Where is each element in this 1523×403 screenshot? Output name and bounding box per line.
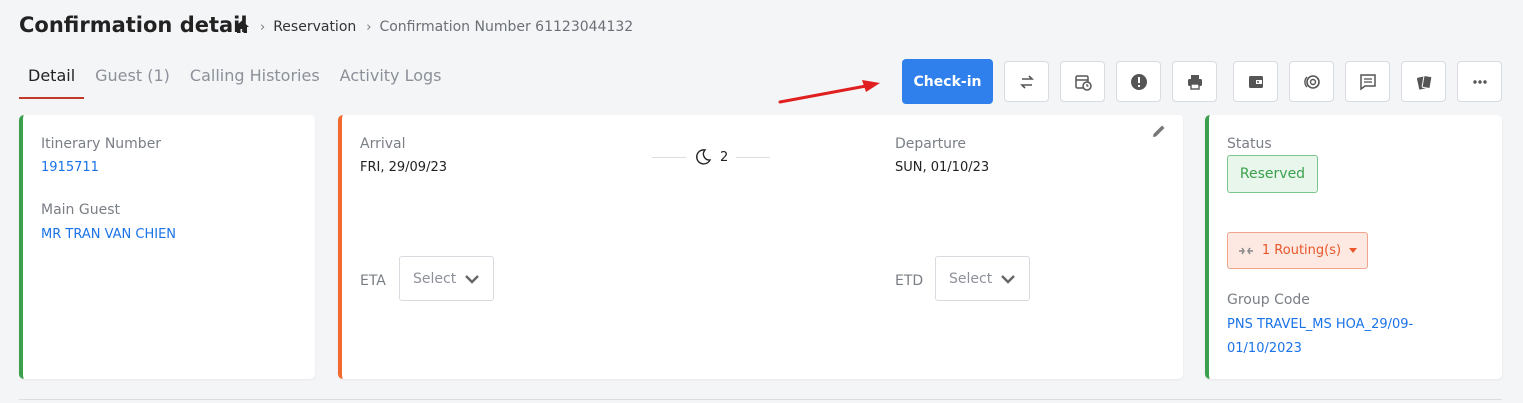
wallet-button[interactable] (1233, 61, 1278, 102)
eta-label: ETA (360, 273, 386, 289)
etd-label: ETD (895, 273, 924, 289)
etd-select-value: Select (949, 270, 993, 287)
status-badge: Reserved (1227, 155, 1318, 193)
chevron-down-icon (1001, 274, 1016, 284)
alert-button[interactable] (1116, 61, 1161, 102)
more-button[interactable] (1457, 61, 1502, 102)
check-in-button[interactable]: Check-in (902, 59, 993, 104)
group-code-link[interactable]: PNS TRAVEL_MS HOA_29/09-01/10/2023 (1227, 313, 1447, 361)
cards-button[interactable] (1401, 61, 1446, 102)
print-icon (1187, 74, 1202, 90)
eta-select-value: Select (413, 270, 457, 287)
deposit-icon (1303, 74, 1320, 89)
comment-icon (1359, 73, 1376, 90)
arrival-date: FRI, 29/09/23 (360, 160, 447, 175)
schedule-button[interactable] (1060, 61, 1105, 102)
tab-detail[interactable]: Detail (19, 66, 85, 99)
chevron-down-icon (465, 274, 480, 284)
tab-bar: Detail Guest (1) Calling Histories Activ… (19, 66, 453, 99)
tab-calling-histories[interactable]: Calling Histories (181, 66, 329, 99)
cards-icon (1416, 74, 1432, 90)
breadcrumb: › Reservation › Confirmation Number 6112… (234, 19, 633, 35)
main-guest-link[interactable]: MR TRAN VAN CHIEN (41, 227, 176, 242)
edit-icon[interactable] (1151, 123, 1167, 139)
section-divider (19, 399, 1502, 400)
eta-select[interactable]: Select (399, 256, 494, 301)
chevron-right-icon: › (366, 19, 372, 35)
annotation-arrow (778, 80, 880, 104)
routing-icon (1238, 247, 1253, 254)
tab-activity-logs[interactable]: Activity Logs (331, 66, 451, 99)
group-code-label: Group Code (1227, 292, 1310, 308)
breadcrumb-reservation[interactable]: Reservation (273, 19, 356, 35)
tab-guest[interactable]: Guest (1) (86, 66, 179, 99)
routing-label: 1 Routing(s) (1261, 243, 1342, 258)
departure-date: SUN, 01/10/23 (895, 160, 990, 175)
etd-select[interactable]: Select (935, 256, 1030, 301)
breadcrumb-confirmation-number: Confirmation Number 61123044132 (379, 19, 634, 35)
itinerary-number-link[interactable]: 1915711 (41, 160, 99, 175)
itinerary-card: Itinerary Number 1915711 Main Guest MR T… (19, 115, 315, 379)
nights-count: 2 (720, 149, 729, 165)
transfer-button[interactable] (1004, 61, 1049, 102)
arrival-label: Arrival (360, 136, 406, 152)
transfer-icon (1019, 74, 1034, 89)
home-icon[interactable] (234, 19, 250, 35)
caret-down-icon (1349, 247, 1358, 253)
moon-icon (696, 149, 712, 165)
more-icon (1472, 79, 1487, 84)
chevron-right-icon: › (260, 19, 266, 35)
alert-icon (1130, 73, 1147, 90)
wallet-icon (1248, 75, 1263, 88)
routing-dropdown[interactable]: 1 Routing(s) (1227, 232, 1368, 269)
itinerary-number-label: Itinerary Number (41, 136, 162, 152)
departure-label: Departure (895, 136, 967, 152)
print-button[interactable] (1172, 61, 1217, 102)
calendar-clock-icon (1074, 74, 1092, 91)
main-guest-label: Main Guest (41, 202, 120, 218)
nights-indicator: 2 (652, 148, 771, 166)
deposit-button[interactable] (1289, 61, 1334, 102)
status-label: Status (1227, 136, 1272, 152)
comment-button[interactable] (1345, 61, 1390, 102)
stay-card: Arrival FRI, 29/09/23 2 Departure SUN, 0… (338, 115, 1183, 379)
page-title: Confirmation detail (19, 13, 248, 37)
status-card: Status Reserved 1 Routing(s) Group Code … (1205, 115, 1502, 379)
